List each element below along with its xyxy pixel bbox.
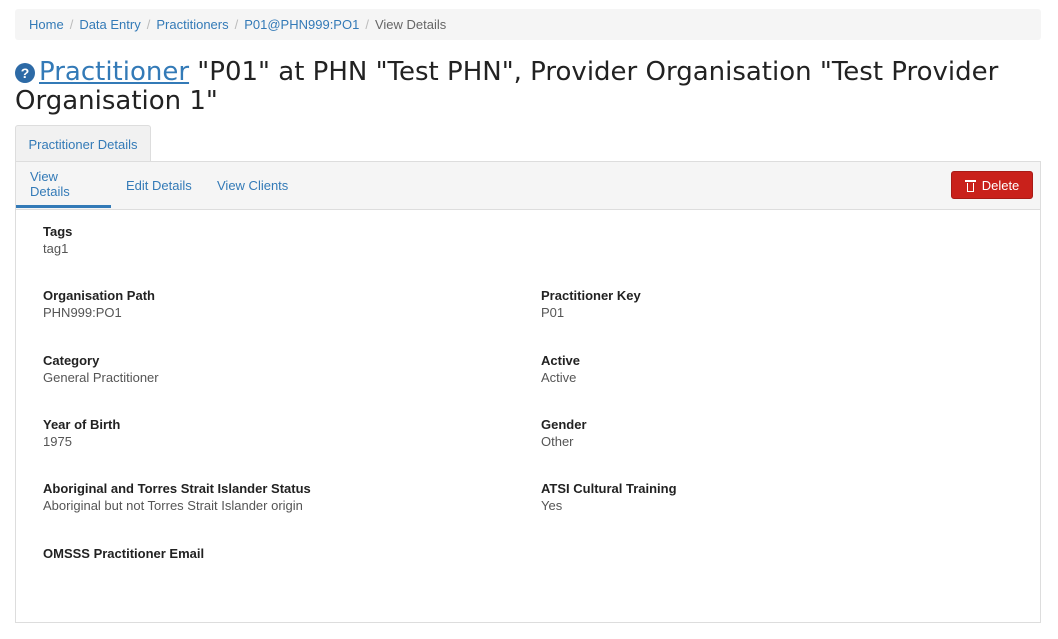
breadcrumb-practitioner[interactable]: P01@PHN999:PO1	[244, 17, 359, 32]
tab-edit-details[interactable]: Edit Details	[112, 162, 206, 208]
help-icon[interactable]: ?	[15, 63, 35, 83]
field-value: 1975	[43, 434, 72, 449]
field-tags: Tags tag1	[43, 223, 72, 257]
field-atsi-cultural-training: ATSI Cultural Training Yes	[541, 480, 677, 514]
field-value: Other	[541, 434, 574, 449]
field-label: Organisation Path	[43, 288, 155, 303]
field-active: Active Active	[541, 352, 580, 386]
breadcrumb-separator: /	[234, 17, 239, 32]
field-atsi-status: Aboriginal and Torres Strait Islander St…	[43, 480, 311, 514]
field-value: General Practitioner	[43, 370, 159, 385]
breadcrumb-separator: /	[365, 17, 369, 32]
field-label: Practitioner Key	[541, 288, 641, 303]
field-value: P01	[541, 305, 565, 320]
field-omsss-email: OMSSS Practitioner Email	[43, 545, 204, 562]
field-label: Active	[541, 353, 581, 368]
field-label: Tags	[43, 224, 73, 239]
trash-icon	[964, 179, 976, 192]
field-category: Category General Practitioner	[43, 352, 159, 386]
field-value: PHN999:PO1	[43, 305, 122, 320]
tab-view-details[interactable]: View Details	[16, 162, 111, 208]
field-value: Yes	[541, 498, 563, 513]
details-panel: View Details Edit Details View Clients D…	[15, 161, 1041, 623]
field-value: Active	[541, 370, 577, 385]
delete-button[interactable]: Delete	[951, 171, 1033, 199]
tab-view-clients[interactable]: View Clients	[203, 162, 302, 208]
field-organisation-path: Organisation Path PHN999:PO1	[43, 287, 155, 321]
field-value: Aboriginal but not Torres Strait Islande…	[43, 498, 303, 513]
field-year-of-birth: Year of Birth 1975	[43, 416, 120, 450]
page-title: ? Practitioner "P01" at PHN "Test PHN", P…	[15, 58, 1035, 116]
field-label: ATSI Cultural Training	[541, 481, 677, 496]
breadcrumb-home[interactable]: Home	[29, 17, 64, 32]
field-label: Aboriginal and Torres Strait Islander St…	[43, 481, 311, 496]
breadcrumb: Home / Data Entry / Practitioners / P01@…	[15, 9, 1041, 40]
breadcrumb-separator: /	[146, 17, 151, 32]
subnav: View Details Edit Details View Clients D…	[16, 162, 1040, 210]
field-label: Category	[43, 353, 100, 368]
breadcrumb-current: View Details	[374, 17, 447, 32]
field-value: tag1	[43, 241, 69, 256]
breadcrumb-data-entry[interactable]: Data Entry	[79, 17, 140, 32]
breadcrumb-practitioners[interactable]: Practitioners	[156, 17, 228, 32]
field-label: Gender	[541, 417, 587, 432]
field-label: Year of Birth	[43, 417, 121, 432]
field-practitioner-key: Practitioner Key P01	[541, 287, 641, 321]
field-label: OMSSS Practitioner Email	[43, 546, 205, 561]
practitioner-link[interactable]: Practitioner	[39, 57, 189, 87]
field-gender: Gender Other	[541, 416, 587, 450]
delete-button-label: Delete	[981, 177, 1020, 193]
tab-practitioner-details[interactable]: Practitioner Details	[15, 125, 151, 162]
breadcrumb-separator: /	[69, 17, 74, 32]
